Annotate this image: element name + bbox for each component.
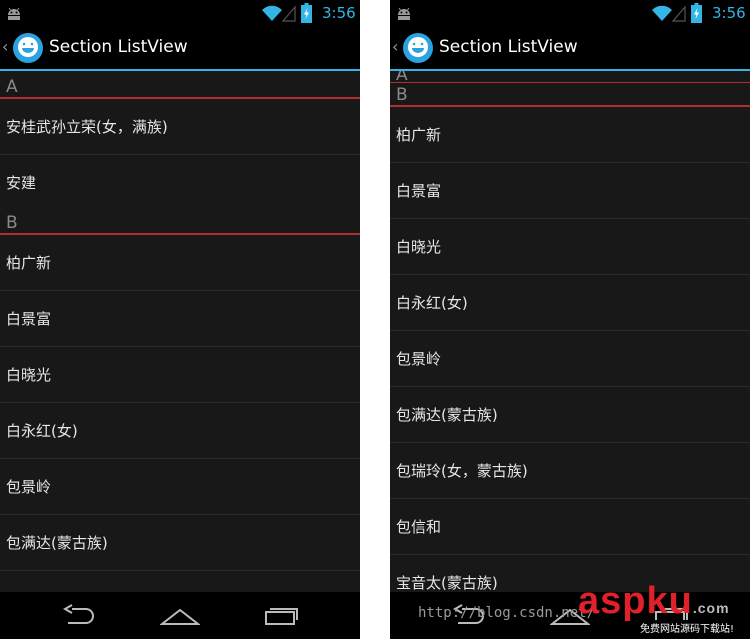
logo-text-part-2: ku <box>646 580 693 622</box>
list-item[interactable]: 安桂武孙立荣(女，满族) <box>0 99 360 155</box>
logo-text-part-1: asp <box>578 580 647 622</box>
home-icon[interactable] <box>160 604 200 626</box>
battery-icon <box>691 3 702 23</box>
app-launcher-icon[interactable] <box>402 32 434 64</box>
signal-icon <box>282 5 296 22</box>
list-item[interactable]: 白景富 <box>390 163 750 219</box>
up-caret-icon[interactable]: ‹ <box>392 37 398 56</box>
list-item[interactable]: 包景岭 <box>390 331 750 387</box>
android-notification-icon <box>8 7 20 20</box>
list-item[interactable] <box>0 571 360 592</box>
section-header-b: B <box>0 211 360 235</box>
list-item[interactable]: 包满达(蒙古族) <box>0 515 360 571</box>
navigation-bar <box>0 592 360 639</box>
list-item[interactable]: 白景富 <box>0 291 360 347</box>
battery-icon <box>301 3 312 23</box>
list-item[interactable]: 包信和 <box>390 499 750 555</box>
screen-title: Section ListView <box>439 37 578 57</box>
android-notification-icon <box>398 7 410 20</box>
status-bar: 3:56 <box>0 0 360 26</box>
wifi-icon <box>652 5 672 21</box>
phone-screen-right: 3:56 ‹ Section ListView A B 柏广新 白景富 白晓光 … <box>390 0 750 639</box>
section-listview[interactable]: A B 柏广新 白景富 白晓光 白永红(女) 包景岭 包满达(蒙古族) 包瑞玲(… <box>390 71 750 592</box>
signal-icon <box>672 5 686 22</box>
list-item[interactable]: 白晓光 <box>0 347 360 403</box>
back-icon[interactable] <box>62 604 98 626</box>
screen-title: Section ListView <box>49 37 188 57</box>
blog-url-watermark: http://blog.csdn.net/ <box>418 605 596 621</box>
logo-suffix: .com <box>692 600 730 616</box>
status-bar: 3:56 <box>390 0 750 26</box>
list-item[interactable]: 柏广新 <box>390 107 750 163</box>
action-bar: ‹ Section ListView <box>390 26 750 71</box>
list-item[interactable]: 白永红(女) <box>0 403 360 459</box>
up-caret-icon[interactable]: ‹ <box>2 37 8 56</box>
section-listview[interactable]: A 安桂武孙立荣(女，满族) 安建 B 柏广新 白景富 白晓光 白永红(女) 包… <box>0 71 360 592</box>
list-item[interactable]: 柏广新 <box>0 235 360 291</box>
logo-wordmark: aspku.com <box>578 580 730 623</box>
section-header-b: B <box>390 83 750 107</box>
logo-tagline: 免费网站源码下载站! <box>640 620 735 635</box>
list-item[interactable]: 白永红(女) <box>390 275 750 331</box>
recent-apps-icon[interactable] <box>262 604 300 626</box>
section-header-a: A <box>390 71 750 83</box>
wifi-icon <box>262 5 282 21</box>
list-item[interactable]: 包景岭 <box>0 459 360 515</box>
status-time: 3:56 <box>322 4 356 22</box>
app-launcher-icon[interactable] <box>12 32 44 64</box>
status-time: 3:56 <box>712 4 746 22</box>
aspku-logo-watermark: aspku.com 免费网站源码下载站! <box>578 580 748 638</box>
phone-screen-left: 3:56 ‹ Section ListView A 安桂武孙立荣(女，满族) 安… <box>0 0 360 639</box>
list-item[interactable]: 包瑞玲(女，蒙古族) <box>390 443 750 499</box>
action-bar: ‹ Section ListView <box>0 26 360 71</box>
list-item[interactable]: 白晓光 <box>390 219 750 275</box>
list-item[interactable]: 安建 <box>0 155 360 211</box>
list-item[interactable]: 包满达(蒙古族) <box>390 387 750 443</box>
section-header-a: A <box>0 75 360 99</box>
